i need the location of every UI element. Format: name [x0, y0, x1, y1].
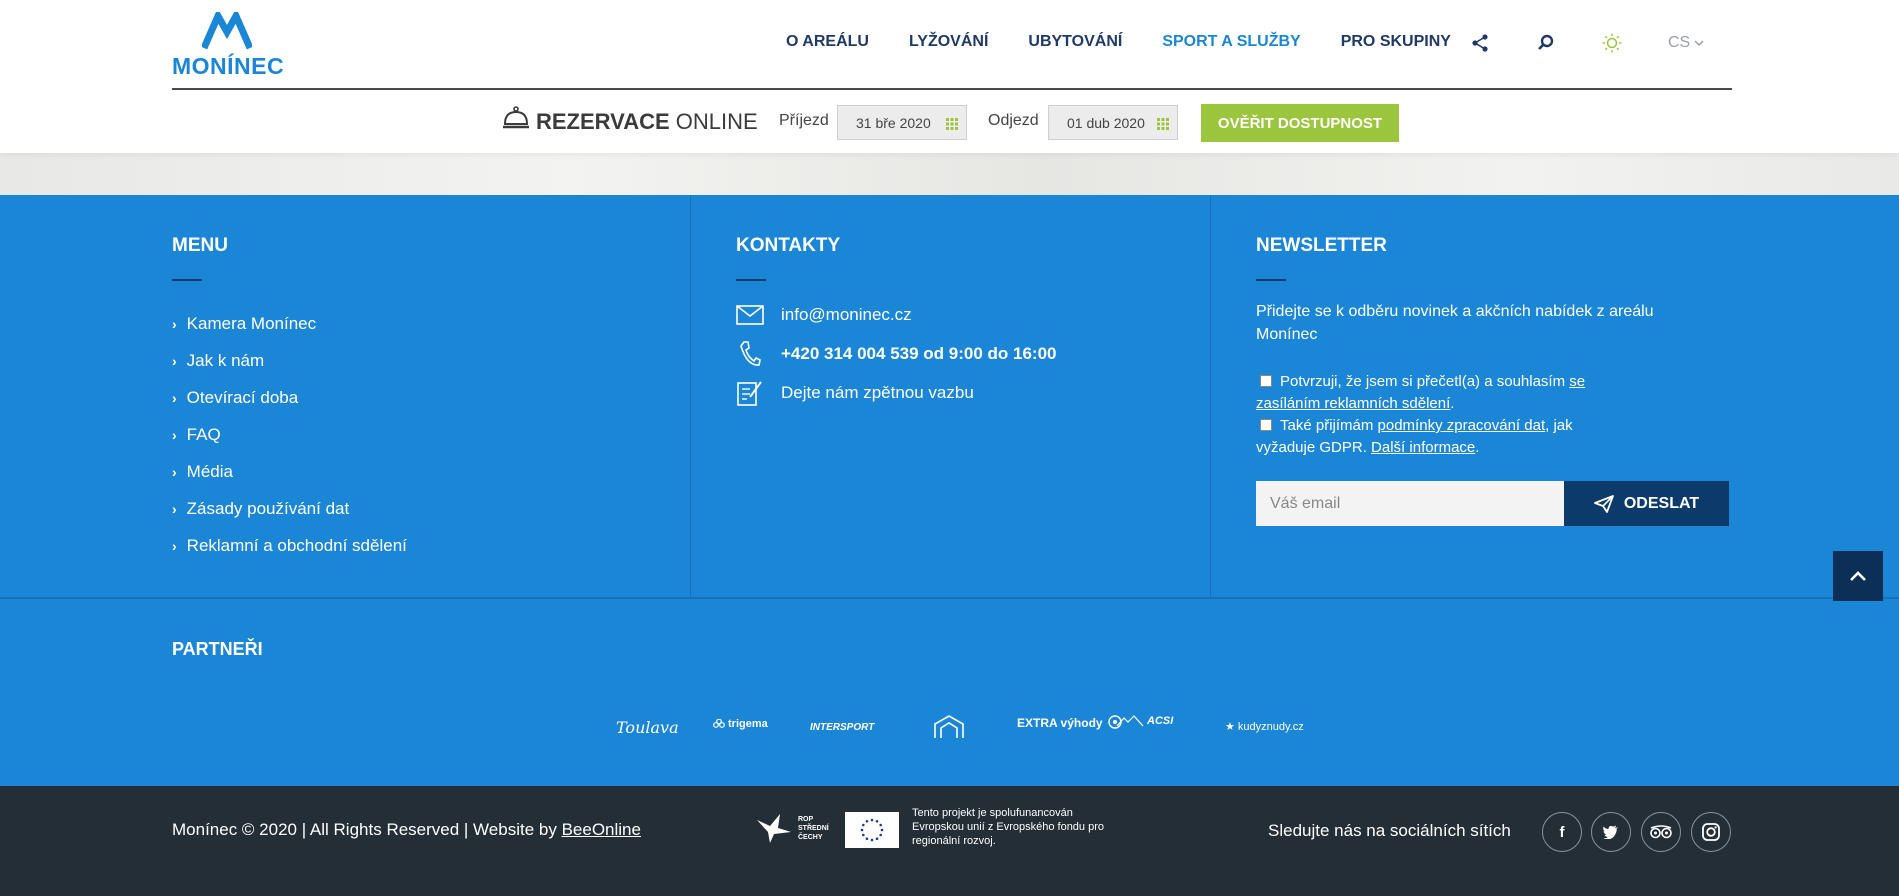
consent-gdpr-checkbox[interactable] [1260, 419, 1272, 431]
section-divider [0, 597, 1899, 599]
partner-logo-house[interactable] [933, 714, 968, 740]
calendar-icon [946, 118, 958, 130]
language-value: CS [1668, 34, 1691, 51]
consent-marketing-checkbox[interactable] [1260, 375, 1272, 387]
phone-icon [736, 340, 764, 368]
departure-date-value: 01 dub 2020 [1067, 114, 1145, 131]
partners-title: PARTNEŘI [172, 639, 263, 659]
title-underline [736, 279, 766, 281]
mountains-logo-icon [1116, 715, 1144, 727]
calendar-icon [1157, 118, 1169, 130]
column-divider [1210, 195, 1211, 598]
data-processing-link[interactable]: podmínky zpracování dat [1378, 417, 1546, 434]
consent-gdpr: Také přijímám podmínky zpracování dat, j… [1256, 417, 1573, 456]
contacts-title: KONTAKTY [736, 235, 841, 256]
sun-icon[interactable] [1601, 32, 1623, 54]
chevron-right-icon: › [172, 352, 177, 369]
arrival-date-value: 31 bře 2020 [856, 114, 931, 131]
column-divider [690, 195, 691, 598]
facebook-icon[interactable]: f [1542, 812, 1582, 852]
newsletter-email-input[interactable]: Váš email [1256, 481, 1564, 526]
bottom-bar: Monínec © 2020 | All Rights Reserved | W… [0, 786, 1899, 896]
partner-logo-extra-vyhody[interactable]: EXTRA výhody [1017, 714, 1124, 732]
eu-flag [845, 812, 899, 848]
agency-link[interactable]: BeeOnline [562, 820, 641, 839]
check-availability-button[interactable]: OVĚŘIT DOSTUPNOST [1201, 104, 1399, 142]
reception-bell-icon [503, 106, 529, 129]
title-underline [172, 279, 202, 281]
main-nav: O AREÁLU LYŽOVÁNÍ UBYTOVÁNÍ SPORT A SLUŽ… [786, 33, 1491, 51]
departure-label: Odjezd [988, 112, 1039, 129]
feedback-form-icon [736, 379, 764, 407]
more-info-link[interactable]: Další informace [1371, 439, 1475, 456]
header-divider [172, 88, 1732, 90]
mountain-logo-icon [202, 12, 252, 50]
contact-feedback[interactable]: Dejte nám zpětnou vazbu [736, 379, 974, 407]
partner-logo-kudyznudy[interactable]: ★ kudyznudy.cz [1225, 720, 1304, 734]
partner-logo-acsi[interactable]: ACSI [1116, 715, 1173, 727]
partner-logo-intersport[interactable]: INTERSPORT [810, 722, 874, 733]
instagram-icon[interactable] [1691, 812, 1731, 852]
twitter-icon[interactable] [1591, 812, 1631, 852]
rop-logo: ROP STŘEDNÍ ČECHY [756, 812, 832, 844]
chevron-right-icon: › [172, 500, 177, 517]
rop-text: ROP STŘEDNÍ ČECHY [798, 815, 829, 841]
nav-pro-skupiny[interactable]: PRO SKUPINY [1341, 33, 1451, 51]
arrival-label: Příjezd [779, 112, 829, 129]
logo[interactable]: MONÍNEC [172, 12, 285, 79]
social-label: Sledujte nás na sociálních sítích [1268, 821, 1511, 840]
paper-plane-icon [1593, 494, 1614, 513]
consent-marketing: Potvrzuji, že jsem si přečetl(a) a souhl… [1256, 373, 1586, 412]
menu-item-faq[interactable]: › FAQ [172, 416, 407, 453]
footer: MENU › Kamera Monínec › Jak k nám › Otevíra… [0, 195, 1899, 786]
nav-sport-a-sluzby[interactable]: SPORT A SLUŽBY [1162, 33, 1300, 51]
nav-lyzovani[interactable]: LYŽOVÁNÍ [909, 33, 988, 51]
share-icon[interactable] [1469, 32, 1491, 54]
rop-bird-icon [757, 814, 791, 843]
envelope-icon [736, 301, 764, 329]
nav-o-arealu[interactable]: O AREÁLU [786, 33, 869, 51]
chevron-right-icon: › [172, 426, 177, 443]
title-underline [1256, 279, 1286, 281]
chevron-up-icon [1850, 571, 1866, 581]
nav-ubytovani[interactable]: UBYTOVÁNÍ [1028, 33, 1122, 51]
tripadvisor-icon[interactable] [1641, 812, 1681, 852]
booking-title: REZERVACE ONLINE [536, 109, 758, 134]
arrival-date-input[interactable]: 31 bře 2020 [837, 105, 967, 140]
chevron-right-icon: › [172, 389, 177, 406]
menu-item-oteviraci-doba[interactable]: › Otevírací doba [172, 379, 407, 416]
chevron-right-icon: › [172, 315, 177, 332]
partner-logo-toulava[interactable]: Toulava [616, 718, 679, 737]
menu-item-media[interactable]: › Média [172, 453, 407, 490]
chevron-right-icon: › [172, 463, 177, 480]
contact-email[interactable]: info@moninec.cz [736, 301, 912, 329]
language-select[interactable]: CS [1668, 34, 1704, 52]
menu-item-jak-k-nam[interactable]: › Jak k nám [172, 342, 407, 379]
menu-title: MENU [172, 235, 228, 256]
departure-date-input[interactable]: 01 dub 2020 [1048, 105, 1178, 140]
copyright: Monínec © 2020 | All Rights Reserved | W… [172, 820, 641, 839]
scroll-to-top-button[interactable] [1833, 551, 1883, 601]
search-icon[interactable] [1535, 32, 1557, 54]
hero-image-strip [0, 153, 1899, 195]
chevron-down-icon [1694, 39, 1704, 46]
star-icon: ★ [1225, 721, 1235, 733]
menu-item-zasady[interactable]: › Zásady používání dat [172, 490, 407, 527]
eu-stars-icon [860, 818, 884, 842]
booking-bar: REZERVACE ONLINE Příjezd 31 bře 2020 Odj… [0, 102, 1899, 142]
footer-menu: › Kamera Monínec › Jak k nám › Otevírací do… [172, 305, 407, 564]
logo-text: MONÍNEC [172, 53, 285, 79]
menu-item-kamera[interactable]: › Kamera Monínec [172, 305, 407, 342]
house-logo-icon [934, 715, 964, 738]
newsletter-title: NEWSLETTER [1256, 235, 1387, 256]
site-header: MONÍNEC O AREÁLU LYŽOVÁNÍ UBYTOVÁNÍ SPOR… [0, 0, 1899, 153]
partner-logo-trigema[interactable]: trigema [713, 718, 768, 730]
newsletter-send-button[interactable]: ODESLAT [1564, 481, 1729, 526]
chevron-right-icon: › [172, 537, 177, 554]
trigema-mark-icon [713, 719, 725, 728]
menu-item-reklamni[interactable]: › Reklamní a obchodní sdělení [172, 527, 407, 564]
eu-funding-text: Tento projekt je spolufunancován Evropsk… [912, 807, 1105, 847]
newsletter-intro: Přidejte se k odběru novinek a akčních n… [1256, 303, 1654, 343]
contact-phone[interactable]: +420 314 004 539 od 9:00 do 16:00 [736, 340, 1057, 368]
